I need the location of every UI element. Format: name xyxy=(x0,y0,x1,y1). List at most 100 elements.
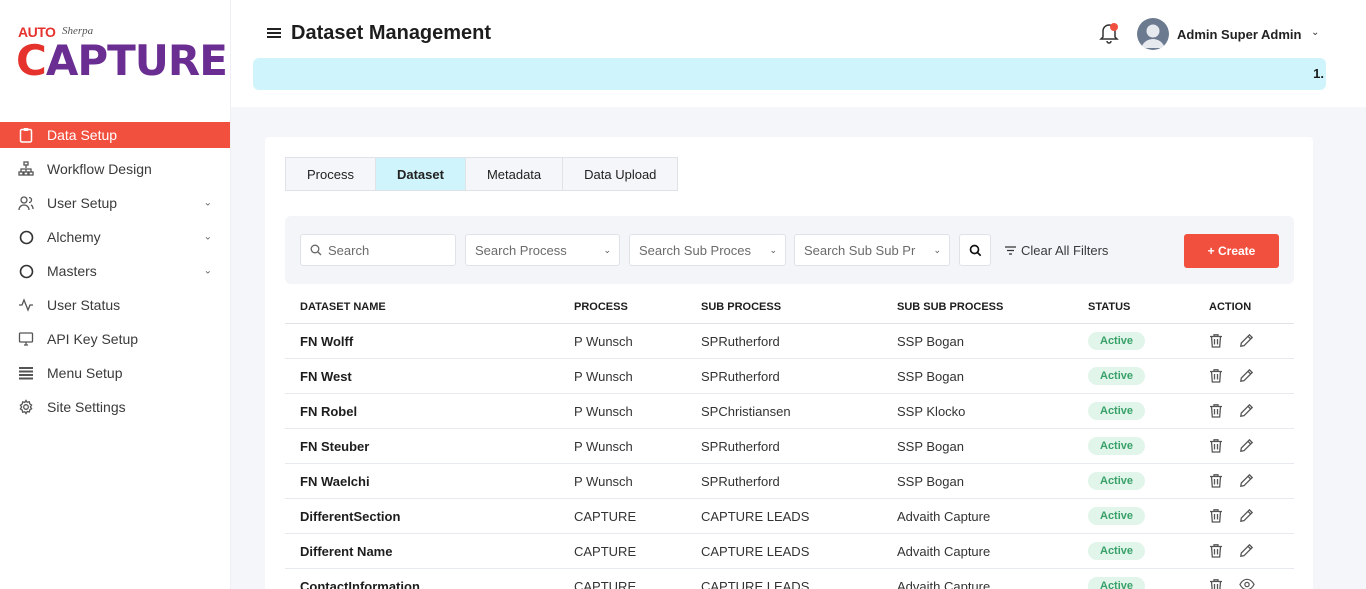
edit-icon[interactable] xyxy=(1239,438,1255,454)
process-cell: P Wunsch xyxy=(574,473,633,489)
sub-process-cell: SPRutherford xyxy=(701,368,780,384)
status-badge: Active xyxy=(1088,437,1146,455)
users-icon xyxy=(18,195,34,211)
column-header-status[interactable]: STATUS xyxy=(1088,301,1130,313)
search-sub-sub-process-select[interactable]: Search Sub Sub Pr ⌄ xyxy=(794,234,950,266)
process-cell: P Wunsch xyxy=(574,333,633,349)
notification-dot xyxy=(1110,23,1118,31)
delete-icon[interactable] xyxy=(1209,543,1225,559)
sidebar-nav: Data Setup Workflow Design User Setup ⌄ … xyxy=(0,122,230,424)
sidebar-item-site-settings[interactable]: Site Settings xyxy=(0,390,230,424)
circle-icon xyxy=(18,229,34,245)
search-process-select[interactable]: Search Process ⌄ xyxy=(465,234,620,266)
tab-dataset[interactable]: Dataset xyxy=(375,158,466,190)
table-row[interactable]: FN Robel P Wunsch SPChristiansen SSP Klocko… xyxy=(285,394,1294,429)
sidebar-item-user-setup[interactable]: User Setup ⌄ xyxy=(0,186,230,220)
search-process-placeholder: Search Process xyxy=(475,242,567,258)
column-header-sub-sub-process[interactable]: SUB SUB PROCESS xyxy=(897,301,1003,313)
status-badge: Active xyxy=(1088,542,1146,560)
sidebar-item-menu-setup[interactable]: Menu Setup xyxy=(0,356,230,390)
search-input[interactable]: Search xyxy=(300,234,456,266)
autosherpa-capture-logo[interactable]: AUTO Sherpa CAPTURE xyxy=(16,24,228,86)
sub-sub-process-cell: SSP Bogan xyxy=(897,368,964,384)
notification-bell-icon[interactable] xyxy=(1099,22,1119,44)
table-row[interactable]: FN Waelchi P Wunsch SPRutherford SSP Bogan A… xyxy=(285,464,1294,499)
hamburger-menu-icon[interactable] xyxy=(267,26,281,40)
table-row[interactable]: FN Steuber P Wunsch SPRutherford SSP Bogan A… xyxy=(285,429,1294,464)
tab-data-upload[interactable]: Data Upload xyxy=(563,158,678,190)
delete-icon[interactable] xyxy=(1209,473,1225,489)
filter-bar: Search Search Process ⌄ Search Sub Proce… xyxy=(285,216,1294,284)
edit-icon[interactable] xyxy=(1239,543,1255,559)
column-header-action: ACTION xyxy=(1209,300,1252,313)
dataset-name-cell: FN Wolff xyxy=(300,333,354,349)
chevron-down-icon: ⌄ xyxy=(203,231,212,243)
search-icon xyxy=(310,244,322,256)
create-button[interactable]: + Create xyxy=(1184,234,1279,268)
sidebar-item-alchemy[interactable]: Alchemy ⌄ xyxy=(0,220,230,254)
sub-sub-process-cell: Advaith Capture xyxy=(897,508,991,524)
ticker-text: 1. xyxy=(1313,66,1324,81)
table-row[interactable]: FN Wolff P Wunsch SPRutherford SSP Bogan Act… xyxy=(285,324,1294,359)
dataset-name-cell: ContactInformation xyxy=(300,578,420,589)
column-header-sub-process[interactable]: SUB PROCESS xyxy=(701,301,781,313)
status-badge: Active xyxy=(1088,402,1146,420)
status-cell: Active xyxy=(1088,332,1146,350)
table-row[interactable]: FN West P Wunsch SPRutherford SSP Bogan Acti… xyxy=(285,359,1294,394)
delete-icon[interactable] xyxy=(1209,438,1225,454)
logo-capture-text: CAPTURE xyxy=(16,36,228,85)
clear-all-filters-button[interactable]: Clear All Filters xyxy=(1005,243,1108,258)
column-header-process[interactable]: PROCESS xyxy=(574,301,628,313)
delete-icon[interactable] xyxy=(1209,368,1225,384)
chevron-down-icon: ⌄ xyxy=(203,197,212,209)
dataset-name-cell: FN Waelchi xyxy=(300,473,370,489)
edit-icon[interactable] xyxy=(1239,368,1255,384)
sidebar-item-workflow-design[interactable]: Workflow Design xyxy=(0,152,230,186)
status-cell: Active xyxy=(1088,507,1146,525)
edit-icon[interactable] xyxy=(1239,473,1255,489)
user-name[interactable]: Admin Super Admin xyxy=(1177,27,1301,42)
sidebar-item-user-status[interactable]: User Status xyxy=(0,288,230,322)
delete-icon[interactable] xyxy=(1209,578,1225,589)
status-cell: Active xyxy=(1088,402,1146,420)
delete-icon[interactable] xyxy=(1209,333,1225,349)
table-row[interactable]: DifferentSection CAPTURE CAPTURE LEADS Adva… xyxy=(285,499,1294,534)
search-sub-sub-process-placeholder: Search Sub Sub Pr xyxy=(804,242,916,258)
action-cell xyxy=(1209,438,1255,454)
table-header: DATASET NAME PROCESS SUB PROCESS SUB SUB… xyxy=(285,290,1294,324)
search-sub-process-select[interactable]: Search Sub Proces ⌄ xyxy=(629,234,786,266)
sidebar-item-data-setup[interactable]: Data Setup xyxy=(0,122,230,148)
sidebar-item-label: Menu Setup xyxy=(47,365,123,381)
action-cell xyxy=(1209,333,1255,349)
table-row[interactable]: Different Name CAPTURE CAPTURE LEADS Advait… xyxy=(285,534,1294,569)
sub-sub-process-cell: Advaith Capture xyxy=(897,543,991,559)
sidebar-item-label: Alchemy xyxy=(47,229,101,245)
search-button[interactable] xyxy=(959,234,991,266)
sidebar-item-api-key-setup[interactable]: API Key Setup xyxy=(0,322,230,356)
status-badge: Active xyxy=(1088,332,1146,350)
delete-icon[interactable] xyxy=(1209,403,1225,419)
status-badge: Active xyxy=(1088,507,1146,525)
tab-process[interactable]: Process xyxy=(286,158,376,190)
sub-process-cell: SPRutherford xyxy=(701,438,780,454)
column-header-dataset-name[interactable]: DATASET NAME xyxy=(300,301,386,313)
sidebar-item-label: Data Setup xyxy=(47,127,118,143)
chevron-down-icon: ⌄ xyxy=(769,244,777,255)
sidebar-item-label: Workflow Design xyxy=(47,161,152,177)
sidebar-item-masters[interactable]: Masters ⌄ xyxy=(0,254,230,288)
tab-metadata[interactable]: Metadata xyxy=(465,158,564,190)
edit-icon[interactable] xyxy=(1239,508,1255,524)
chevron-down-icon[interactable]: ⌄ xyxy=(1311,27,1319,38)
edit-icon[interactable] xyxy=(1239,333,1255,349)
avatar[interactable] xyxy=(1137,18,1169,50)
chevron-down-icon: ⌄ xyxy=(933,244,941,255)
view-icon[interactable] xyxy=(1239,578,1255,589)
dataset-card: Process Dataset Metadata Data Upload Sea… xyxy=(265,137,1313,589)
table-row[interactable]: ContactInformation CAPTURE CAPTURE LEADS Ad… xyxy=(285,569,1294,589)
delete-icon[interactable] xyxy=(1209,508,1225,524)
action-cell xyxy=(1209,578,1255,589)
dataset-name-cell: FN Steuber xyxy=(300,438,370,454)
sidebar-item-label: Site Settings xyxy=(47,399,126,415)
edit-icon[interactable] xyxy=(1239,403,1255,419)
activity-icon xyxy=(18,297,34,313)
